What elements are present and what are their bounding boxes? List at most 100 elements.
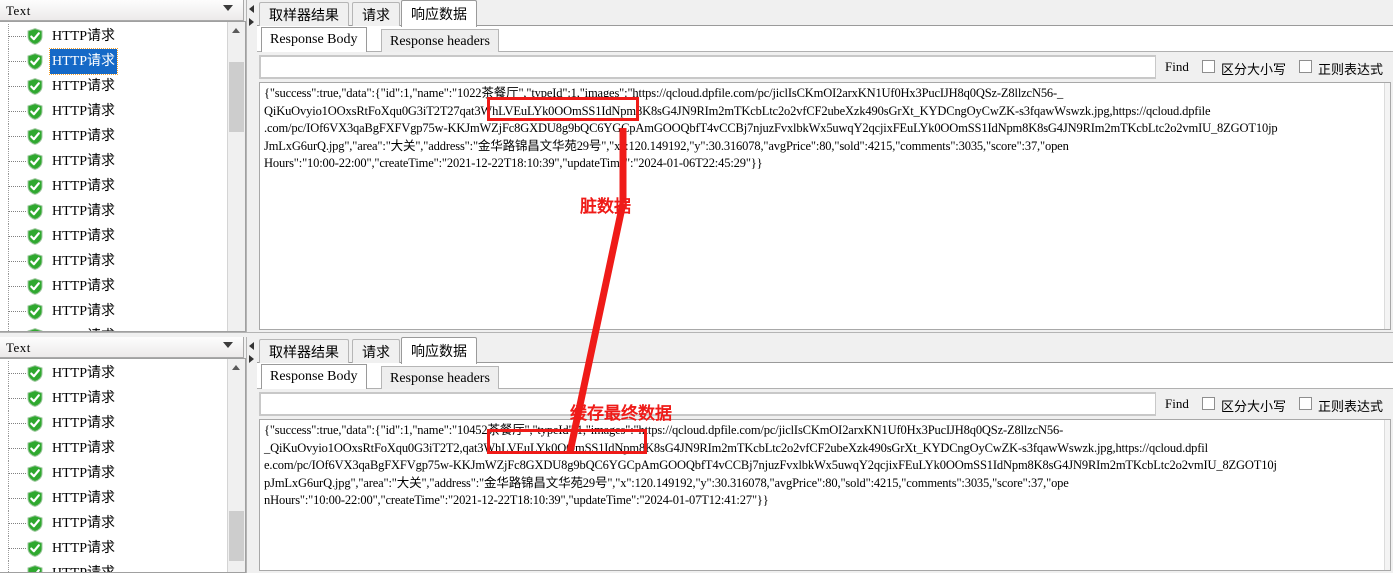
tab-label: 响应数据 [411, 343, 467, 359]
bottom-response-body-box[interactable]: {"success":true,"data":{"id":1,"name":"1… [259, 419, 1391, 571]
top-tree-scrollbar[interactable] [227, 22, 245, 331]
splitter-collapse-left-icon[interactable] [249, 5, 254, 13]
scrollbar-thumb[interactable] [229, 62, 244, 132]
tree-item-label: HTTP请求 [49, 48, 118, 75]
top-tree-list[interactable]: HTTP请求 HTTP请求 HTTP请求 HTTP请求 HTTP请求 HTTP请求 HTTP… [0, 24, 227, 331]
subtab-label: Response Body [270, 32, 358, 47]
tree-item-http-request[interactable]: HTTP请求 [0, 174, 227, 199]
tree-item-label: HTTP请求 [52, 229, 115, 244]
top-tab-strip[interactable]: 取样器结果 请求 响应数据 [257, 0, 1393, 27]
regex-checkbox[interactable] [1299, 397, 1312, 410]
subtab-response-body[interactable]: Response Body [261, 364, 367, 389]
bottom-subtab-strip[interactable]: Response Body Response headers [257, 363, 1393, 389]
tree-item-http-request[interactable]: HTTP请求 [0, 274, 227, 299]
combo-value-label: Text [6, 3, 31, 18]
find-input[interactable] [259, 392, 1156, 416]
tree-guide-dashes [8, 211, 26, 213]
regex-checkbox[interactable] [1299, 60, 1312, 73]
subtab-response-headers[interactable]: Response headers [381, 29, 499, 52]
find-input[interactable] [259, 55, 1156, 79]
tab-label: 请求 [362, 7, 390, 23]
bottom-tree-list[interactable]: HTTP请求 HTTP请求 HTTP请求 HTTP请求 HTTP请求 HTTP请求 HTTP… [0, 361, 227, 572]
splitter-collapse-left-icon[interactable] [249, 342, 254, 350]
tree-item-http-request[interactable]: HTTP请求 [0, 249, 227, 274]
tab-label: 取样器结果 [269, 7, 339, 23]
tree-item-http-request[interactable]: HTTP请求 [0, 536, 227, 561]
case-sensitive-label[interactable]: 区分大小写 [1221, 59, 1286, 78]
subtab-label: Response headers [390, 34, 490, 49]
tree-item-label: HTTP请求 [50, 324, 117, 331]
tree-guide-dashes [8, 423, 26, 425]
tab-request[interactable]: 请求 [352, 2, 400, 26]
tab-sampler-result[interactable]: 取样器结果 [259, 339, 349, 363]
bottom-tab-strip[interactable]: 取样器结果 请求 响应数据 [257, 337, 1393, 364]
chevron-down-icon[interactable] [223, 5, 234, 12]
subtab-response-body[interactable]: Response Body [261, 27, 367, 52]
splitter-collapse-right-icon[interactable] [249, 355, 254, 363]
top-tree-box: HTTP请求 HTTP请求 HTTP请求 HTTP请求 HTTP请求 HTTP请求 HTTP… [0, 21, 246, 332]
tree-item-http-request[interactable]: HTTP请求 [0, 24, 227, 49]
tree-item-http-request[interactable]: HTTP请求 [0, 199, 227, 224]
bottom-view-type-combo[interactable]: Text [0, 337, 244, 358]
subtab-label: Response headers [390, 371, 490, 386]
top-response-body-box[interactable]: {"success":true,"data":{"id":1,"name":"1… [259, 82, 1391, 330]
tree-item-http-request[interactable]: HTTP请求 [0, 386, 227, 411]
tree-item-label: HTTP请求 [52, 491, 115, 506]
tree-item-label: HTTP请求 [52, 279, 115, 294]
tree-guide-dashes [8, 523, 26, 525]
tree-item-http-request[interactable]: HTTP请求 [0, 99, 227, 124]
tree-item-http-request[interactable]: HTTP请求 [0, 124, 227, 149]
green-check-shield-icon [27, 415, 43, 432]
tree-guide-dashes [8, 261, 26, 263]
tab-sampler-result[interactable]: 取样器结果 [259, 2, 349, 26]
chevron-down-icon[interactable] [223, 342, 234, 349]
tab-request[interactable]: 请求 [352, 339, 400, 363]
bottom-tree-box: HTTP请求 HTTP请求 HTTP请求 HTTP请求 HTTP请求 HTTP请求 HTTP… [0, 358, 246, 573]
case-sensitive-label[interactable]: 区分大小写 [1221, 396, 1286, 415]
tree-item-http-request[interactable]: HTTP请求 [0, 361, 227, 386]
tree-item-http-request[interactable]: HTTP请求 [0, 149, 227, 174]
tree-item-http-request[interactable]: HTTP请求 [0, 324, 227, 331]
tree-item-http-request[interactable]: HTTP请求 [0, 48, 227, 75]
tree-item-http-request[interactable]: HTTP请求 [0, 74, 227, 99]
tree-guide-dashes [8, 61, 26, 63]
splitter-collapse-right-icon[interactable] [249, 18, 254, 26]
bottom-tree-scrollbar[interactable] [227, 359, 245, 572]
regex-label[interactable]: 正则表达式 [1318, 59, 1383, 78]
tree-item-http-request[interactable]: HTTP请求 [0, 561, 227, 572]
tree-item-http-request[interactable]: HTTP请求 [0, 461, 227, 486]
green-check-shield-icon [27, 178, 43, 195]
scroll-up-arrow-icon[interactable] [228, 359, 245, 376]
find-button[interactable]: Find [1165, 59, 1189, 75]
tree-item-http-request[interactable]: HTTP请求 [0, 224, 227, 249]
tree-item-http-request[interactable]: HTTP请求 [0, 511, 227, 536]
tree-item-http-request[interactable]: HTTP请求 [0, 436, 227, 461]
tree-guide-dashes [8, 136, 26, 138]
tree-guide-dashes [8, 186, 26, 188]
bottom-response-scrollbar[interactable] [1384, 420, 1390, 570]
top-response-scrollbar[interactable] [1384, 83, 1390, 329]
tree-guide-dashes [8, 473, 26, 475]
tab-response-data[interactable]: 响应数据 [401, 0, 477, 27]
subtab-response-headers[interactable]: Response headers [381, 366, 499, 389]
green-check-shield-icon [27, 390, 43, 407]
case-sensitive-checkbox[interactable] [1202, 60, 1215, 73]
scrollbar-thumb[interactable] [229, 511, 244, 561]
tree-guide-dashes [8, 286, 26, 288]
combo-value-label: Text [6, 340, 31, 355]
tree-guide-dashes [8, 398, 26, 400]
regex-label[interactable]: 正则表达式 [1318, 396, 1383, 415]
tab-response-data[interactable]: 响应数据 [401, 337, 477, 364]
green-check-shield-icon [27, 128, 43, 145]
case-sensitive-checkbox[interactable] [1202, 397, 1215, 410]
top-subtab-strip[interactable]: Response Body Response headers [257, 26, 1393, 52]
tree-item-http-request[interactable]: HTTP请求 [0, 299, 227, 324]
tree-item-label: HTTP请求 [52, 541, 115, 556]
scroll-up-arrow-icon[interactable] [228, 22, 245, 39]
tree-item-label: HTTP请求 [52, 79, 115, 94]
tree-item-http-request[interactable]: HTTP请求 [0, 411, 227, 436]
tree-item-http-request[interactable]: HTTP请求 [0, 486, 227, 511]
top-view-type-combo[interactable]: Text [0, 0, 244, 21]
find-button[interactable]: Find [1165, 396, 1189, 412]
tree-item-label: HTTP请求 [52, 466, 115, 481]
